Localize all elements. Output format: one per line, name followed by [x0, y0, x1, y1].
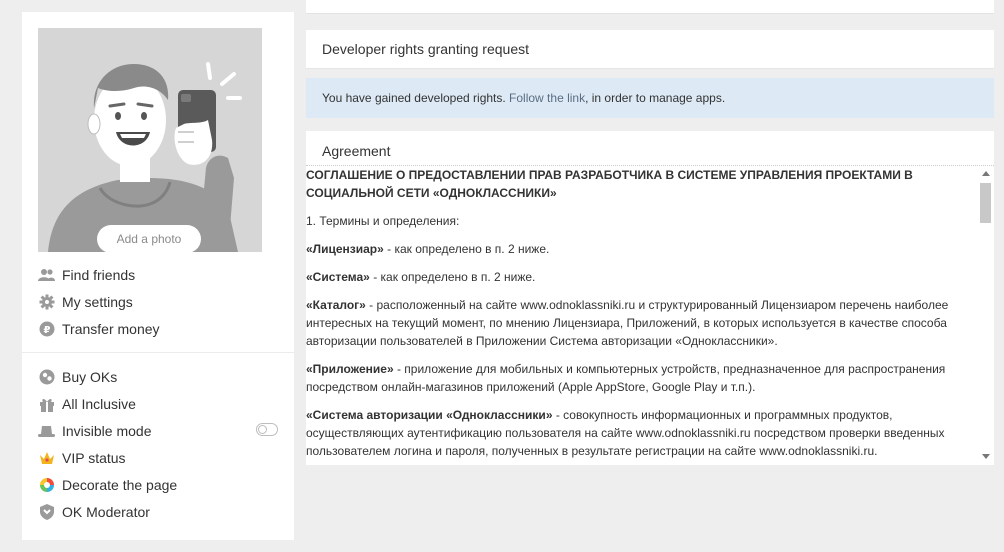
menu-all-inclusive[interactable]: All Inclusive	[38, 390, 278, 417]
menu-label: Transfer money	[62, 320, 160, 337]
friends-icon	[38, 266, 55, 283]
notice-text-before: You have gained developed rights.	[322, 91, 510, 105]
term-name: «Приложение»	[306, 362, 394, 376]
scrollbar-thumb[interactable]	[980, 183, 991, 223]
notice-text: You have gained developed rights. Follow…	[322, 91, 725, 105]
term-definition: - расположенный на сайте www.odnoklassni…	[306, 298, 949, 348]
term-name: «Каталог»	[306, 298, 366, 312]
gear-icon	[38, 293, 55, 310]
agreement-section: 1. Термины и определения:	[306, 214, 460, 228]
manage-apps-link[interactable]: Follow the link	[509, 91, 585, 105]
menu-label: VIP status	[62, 449, 126, 466]
agreement-term: «Приложение» - приложение для мобильных …	[306, 360, 956, 396]
menu-label: Decorate the page	[62, 476, 178, 493]
invisible-mode-toggle[interactable]	[256, 423, 278, 436]
page-title: Developer rights granting request	[322, 41, 530, 57]
palette-icon	[38, 476, 55, 493]
menu-buy-oks[interactable]: Buy OKs	[38, 363, 278, 390]
notice-text-after: , in order to manage apps.	[585, 91, 726, 105]
term-name: «Лицензиар»	[306, 242, 384, 256]
term-name: «Система»	[306, 270, 370, 284]
agreement-scrollbar[interactable]	[978, 166, 994, 465]
menu-label: Find friends	[62, 266, 136, 283]
menu-my-settings[interactable]: My settings	[38, 288, 278, 315]
menu-label: Buy OKs	[62, 368, 118, 385]
coins-icon	[38, 368, 55, 385]
agreement-term: «Система» - как определено в п. 2 ниже.	[306, 268, 956, 286]
svg-text:₽: ₽	[43, 325, 50, 336]
gift-icon	[38, 395, 55, 412]
menu-ok-moderator[interactable]: OK Moderator	[38, 498, 278, 525]
agreement-text-area[interactable]: СОГЛАШЕНИЕ О ПРЕДОСТАВЛЕНИИ ПРАВ РАЗРАБО…	[306, 166, 978, 465]
menu-label: Invisible mode	[62, 422, 152, 439]
page-header: Developer rights granting request	[306, 30, 994, 69]
menu-vip-status[interactable]: VIP status	[38, 444, 278, 471]
profile-sidebar: Add a photo Find friends My settings ₽ T…	[22, 12, 294, 540]
agreement-title: СОГЛАШЕНИЕ О ПРЕДОСТАВЛЕНИИ ПРАВ РАЗРАБО…	[306, 168, 913, 200]
menu-decorate-page[interactable]: Decorate the page	[38, 471, 278, 498]
agreement-term: «Каталог» - расположенный на сайте www.o…	[306, 296, 956, 350]
agreement-header: Agreement	[322, 143, 391, 159]
rights-notice: You have gained developed rights. Follow…	[306, 78, 994, 118]
shield-icon	[38, 503, 55, 520]
term-definition: - приложение для мобильных и компьютерны…	[306, 362, 946, 394]
top-strip	[306, 0, 994, 14]
term-definition: - как определено в п. 2 ниже.	[383, 242, 550, 256]
agreement-term: «Лицензиар» - как определено в п. 2 ниже…	[306, 240, 956, 258]
menu-transfer-money[interactable]: ₽ Transfer money	[38, 315, 278, 342]
primary-menu: Find friends My settings ₽ Transfer mone…	[38, 261, 278, 342]
scroll-down-arrow-icon[interactable]	[982, 454, 990, 459]
menu-divider	[22, 352, 294, 353]
avatar-placeholder-illustration	[48, 62, 242, 252]
menu-label: OK Moderator	[62, 503, 150, 520]
menu-find-friends[interactable]: Find friends	[38, 261, 278, 288]
term-name: «Система авторизации «Одноклассники»	[306, 408, 553, 422]
add-photo-button[interactable]: Add a photo	[97, 225, 201, 252]
agreement-term: «Система авторизации «Одноклассники» - с…	[306, 406, 956, 460]
term-definition: - как определено в п. 2 ниже.	[369, 270, 536, 284]
agreement-panel: Agreement СОГЛАШЕНИЕ О ПРЕДОСТАВЛЕНИИ ПР…	[306, 131, 994, 465]
secondary-menu: Buy OKs All Inclusive Invisible mode VIP…	[38, 363, 278, 525]
scroll-up-arrow-icon[interactable]	[982, 171, 990, 176]
hat-icon	[38, 422, 55, 439]
ruble-icon: ₽	[38, 320, 55, 337]
menu-label: My settings	[62, 293, 133, 310]
menu-label: All Inclusive	[62, 395, 136, 412]
crown-icon	[38, 449, 55, 466]
avatar[interactable]: Add a photo	[38, 28, 262, 252]
menu-invisible-mode[interactable]: Invisible mode	[38, 417, 278, 444]
